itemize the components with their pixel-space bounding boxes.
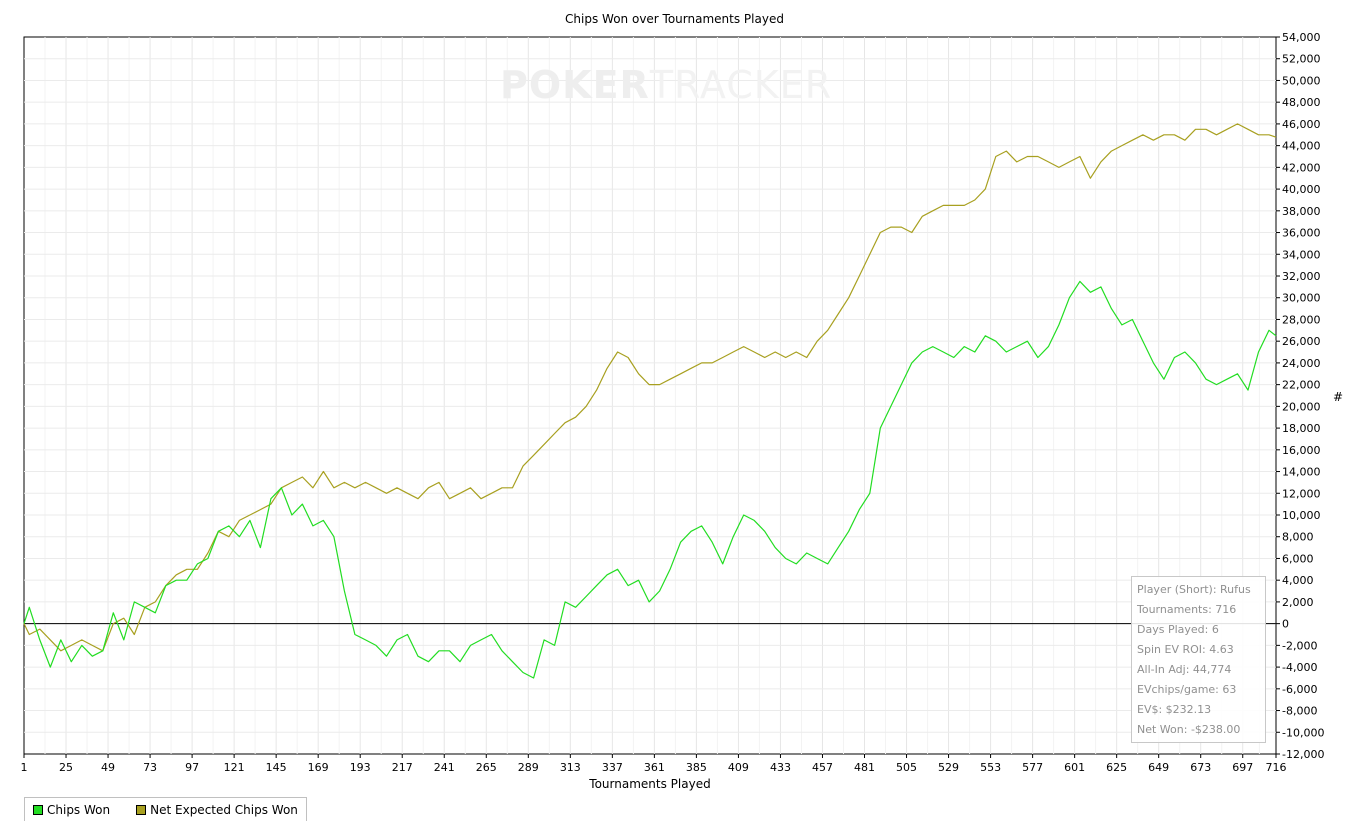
x-tick-label: 49 bbox=[101, 761, 115, 774]
x-tick-label: 409 bbox=[728, 761, 749, 774]
plot-frame bbox=[23, 36, 1277, 755]
x-tick-label: 457 bbox=[812, 761, 833, 774]
y-axis-ticks: 54,000 52,000 50,000 48,000 46,000 44,000 42,0… bbox=[1276, 31, 1324, 761]
y-tick-label: 50,000 bbox=[1282, 74, 1321, 87]
x-tick-label: 265 bbox=[476, 761, 497, 774]
stat-net-won: Net Won: -$238.00 bbox=[1137, 723, 1241, 736]
y-tick-label: 52,000 bbox=[1282, 53, 1321, 66]
y-tick-label: -6,000 bbox=[1282, 683, 1317, 696]
x-tick-label: 241 bbox=[434, 761, 455, 774]
chart-legend: Chips Won Net Expected Chips Won bbox=[24, 797, 307, 821]
y-tick-label: 14,000 bbox=[1282, 466, 1321, 479]
x-tick-label: 97 bbox=[185, 761, 199, 774]
x-tick-label: 697 bbox=[1232, 761, 1253, 774]
pokertracker-watermark-logo: POKERTRACKER bbox=[500, 63, 833, 107]
y-tick-label: 22,000 bbox=[1282, 379, 1321, 392]
x-tick-label: 25 bbox=[59, 761, 73, 774]
y-tick-label: 16,000 bbox=[1282, 444, 1321, 457]
player-stats-box: Player (Short): Rufus Tournaments: 716 D… bbox=[1131, 576, 1266, 743]
x-tick-label: 217 bbox=[392, 761, 413, 774]
legend-swatch-chips-won bbox=[33, 804, 43, 815]
x-tick-label: 716 bbox=[1266, 761, 1287, 774]
stat-days-played: Days Played: 6 bbox=[1137, 623, 1219, 636]
stat-evchips-per-game: EVchips/game: 63 bbox=[1137, 683, 1237, 696]
stat-spin-ev-roi: Spin EV ROI: 4.63 bbox=[1137, 643, 1234, 656]
legend-label-chips-won: Chips Won bbox=[47, 802, 111, 817]
y-tick-label: 48,000 bbox=[1282, 96, 1321, 109]
legend-item-chips-won[interactable]: Chips Won bbox=[33, 803, 110, 817]
y-tick-label: 34,000 bbox=[1282, 248, 1321, 261]
y-tick-label: 32,000 bbox=[1282, 270, 1321, 283]
y-tick-label: 18,000 bbox=[1282, 422, 1321, 435]
grid-lines bbox=[24, 37, 1276, 754]
y-tick-label: -10,000 bbox=[1282, 726, 1324, 739]
y-tick-label: 4,000 bbox=[1282, 574, 1314, 587]
y-axis-label: # bbox=[1333, 390, 1344, 404]
y-tick-label: 42,000 bbox=[1282, 161, 1321, 174]
stat-ev-dollars: EV$: $232.13 bbox=[1137, 703, 1212, 716]
x-tick-label: 553 bbox=[980, 761, 1001, 774]
y-tick-label: 28,000 bbox=[1282, 313, 1321, 326]
x-tick-label: 361 bbox=[644, 761, 665, 774]
x-tick-label: 649 bbox=[1148, 761, 1169, 774]
x-tick-label: 601 bbox=[1064, 761, 1085, 774]
y-tick-label: -12,000 bbox=[1282, 748, 1324, 761]
series-lines bbox=[23, 123, 1277, 679]
y-tick-label: 10,000 bbox=[1282, 509, 1321, 522]
stat-player: Player (Short): Rufus bbox=[1137, 583, 1251, 596]
y-tick-label: 38,000 bbox=[1282, 205, 1321, 218]
legend-item-net-expected-chips-won[interactable]: Net Expected Chips Won bbox=[136, 803, 298, 817]
x-tick-label: 529 bbox=[938, 761, 959, 774]
y-tick-label: 46,000 bbox=[1282, 118, 1321, 131]
stat-tournaments: Tournaments: 716 bbox=[1137, 603, 1237, 616]
x-tick-label: 145 bbox=[266, 761, 287, 774]
y-tick-label: 20,000 bbox=[1282, 400, 1321, 413]
y-tick-label: -4,000 bbox=[1282, 661, 1317, 674]
y-tick-label: 24,000 bbox=[1282, 357, 1321, 370]
x-tick-label: 121 bbox=[224, 761, 245, 774]
x-tick-label: 73 bbox=[143, 761, 157, 774]
y-tick-label: 6,000 bbox=[1282, 552, 1314, 565]
y-tick-label: 40,000 bbox=[1282, 183, 1321, 196]
y-tick-label: 8,000 bbox=[1282, 531, 1314, 544]
y-tick-label: 12,000 bbox=[1282, 487, 1321, 500]
x-axis-label: Tournaments Played bbox=[589, 777, 711, 791]
x-tick-label: 625 bbox=[1106, 761, 1127, 774]
y-tick-label: 36,000 bbox=[1282, 227, 1321, 240]
x-tick-label: 385 bbox=[686, 761, 707, 774]
y-tick-label: 2,000 bbox=[1282, 596, 1314, 609]
x-tick-label: 673 bbox=[1190, 761, 1211, 774]
legend-swatch-net-expected-chips-won bbox=[136, 804, 147, 815]
x-tick-label: 505 bbox=[896, 761, 917, 774]
x-tick-label: 289 bbox=[518, 761, 539, 774]
x-tick-label: 169 bbox=[308, 761, 329, 774]
y-tick-label: 54,000 bbox=[1282, 31, 1321, 44]
stat-all-in-adj: All-In Adj: 44,774 bbox=[1137, 663, 1232, 676]
y-tick-label: -2,000 bbox=[1282, 639, 1317, 652]
y-tick-label: -8,000 bbox=[1282, 705, 1317, 718]
legend-label-net-expected-chips-won: Net Expected Chips Won bbox=[150, 802, 298, 817]
x-tick-label: 337 bbox=[602, 761, 623, 774]
x-tick-label: 193 bbox=[350, 761, 371, 774]
y-tick-label: 26,000 bbox=[1282, 335, 1321, 348]
x-tick-label: 313 bbox=[560, 761, 581, 774]
y-tick-label: 44,000 bbox=[1282, 140, 1321, 153]
x-axis-ticks: 1 25 49 73 97 121 145 169 193 217 241 265 289 313 337 3… bbox=[21, 754, 1287, 774]
x-tick-label: 481 bbox=[854, 761, 875, 774]
x-tick-label: 577 bbox=[1022, 761, 1043, 774]
x-tick-label: 433 bbox=[770, 761, 791, 774]
series-line-net-expected-chips-won bbox=[23, 123, 1277, 652]
x-tick-label: 1 bbox=[21, 761, 28, 774]
y-tick-label: 30,000 bbox=[1282, 292, 1321, 305]
y-tick-label: 0 bbox=[1282, 618, 1289, 631]
